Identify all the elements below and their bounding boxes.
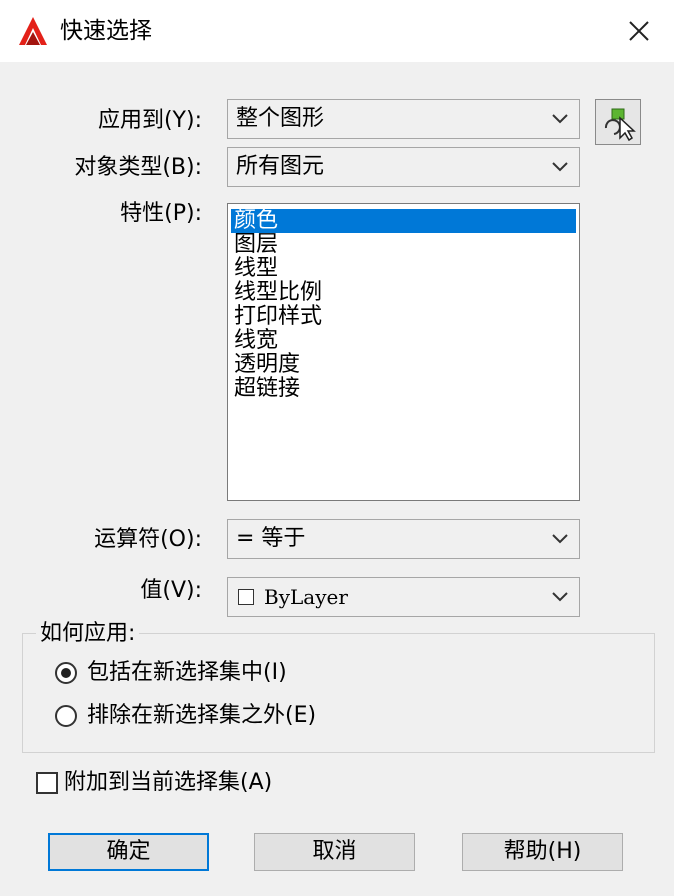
list-item[interactable]: 颜色	[231, 209, 576, 233]
chevron-down-icon	[552, 592, 568, 602]
close-button[interactable]	[622, 14, 656, 48]
value-value: ByLayer	[264, 585, 348, 609]
list-item[interactable]: 图层	[234, 233, 278, 257]
chevron-down-icon	[552, 114, 568, 124]
color-swatch-icon	[238, 589, 254, 605]
operator-dropdown[interactable]: = 等于	[227, 519, 580, 559]
append-label[interactable]: 附加到当前选择集(A)	[64, 768, 272, 798]
apply-to-label: 应用到(Y):	[97, 108, 202, 133]
object-type-dropdown[interactable]: 所有图元	[227, 147, 580, 187]
list-item[interactable]: 打印样式	[234, 305, 322, 329]
object-type-value: 所有图元	[236, 154, 325, 179]
help-button[interactable]: 帮助(H)	[462, 833, 623, 871]
chevron-down-icon	[552, 162, 568, 172]
ok-button[interactable]: 确定	[48, 833, 209, 871]
select-objects-icon	[604, 108, 636, 142]
value-label: 值(V):	[140, 578, 202, 603]
properties-label: 特性(P):	[120, 201, 202, 226]
properties-listbox[interactable]: 颜色 图层 线型 线型比例 打印样式 线宽 透明度 超链接	[227, 203, 580, 501]
list-item[interactable]: 线宽	[234, 329, 278, 353]
exclude-label[interactable]: 排除在新选择集之外(E)	[87, 701, 316, 731]
include-radio[interactable]	[55, 662, 77, 684]
select-objects-button[interactable]	[595, 99, 641, 145]
chevron-down-icon	[552, 534, 568, 544]
cancel-button[interactable]: 取消	[254, 833, 415, 871]
list-item[interactable]: 线型比例	[234, 281, 322, 305]
apply-to-dropdown[interactable]: 整个图形	[227, 99, 580, 139]
operator-value: = 等于	[236, 526, 306, 551]
apply-to-value: 整个图形	[236, 106, 325, 131]
append-checkbox[interactable]	[36, 772, 58, 794]
exclude-radio[interactable]	[55, 705, 77, 727]
list-item[interactable]: 透明度	[234, 353, 300, 377]
include-label[interactable]: 包括在新选择集中(I)	[87, 658, 287, 688]
how-to-apply-title: 如何应用:	[36, 620, 140, 648]
title-bar: 快速选择	[0, 0, 674, 62]
value-dropdown[interactable]: ByLayer	[227, 577, 580, 617]
list-item[interactable]: 线型	[234, 257, 278, 281]
autocad-logo-icon	[16, 14, 50, 48]
how-to-apply-group	[22, 633, 655, 753]
object-type-label: 对象类型(B):	[74, 155, 202, 180]
window-title: 快速选择	[60, 18, 152, 44]
operator-label: 运算符(O):	[94, 527, 202, 552]
list-item[interactable]: 超链接	[234, 377, 300, 401]
close-icon	[629, 21, 649, 41]
